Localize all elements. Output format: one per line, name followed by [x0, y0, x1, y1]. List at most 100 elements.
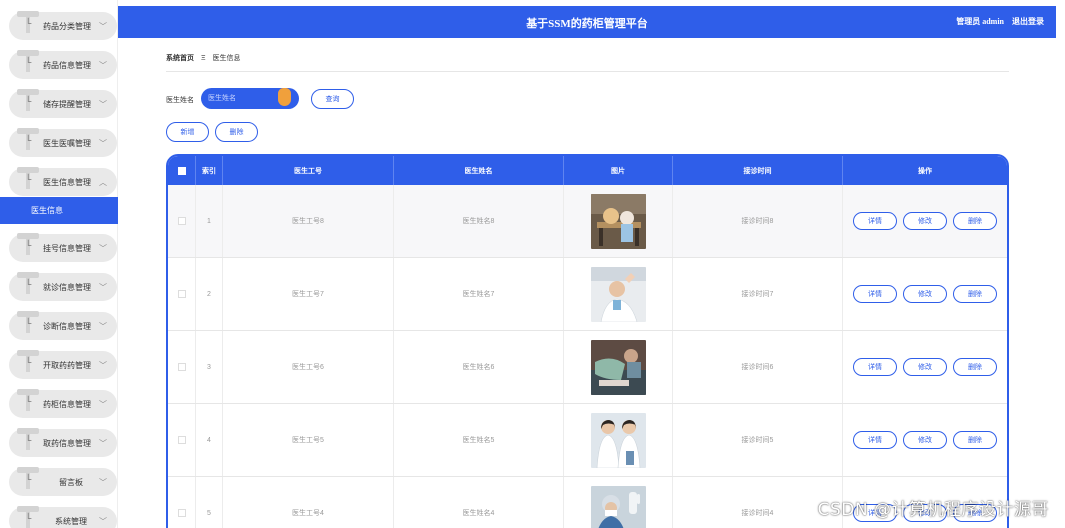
sidebar-item-label: 取药信息管理 [43, 438, 91, 448]
sidebar-item-pickup[interactable]: └ 取药信息管理 ﹀ [9, 428, 117, 457]
edit-button[interactable]: 修改 [903, 212, 947, 230]
row-checkbox[interactable] [177, 436, 186, 444]
edit-button[interactable]: 修改 [903, 431, 947, 449]
sidebar-item-message-board[interactable]: └ 留言板 ﹀ [9, 467, 117, 496]
row-checkbox[interactable] [177, 363, 186, 371]
detail-button[interactable]: 详情 [853, 285, 897, 303]
sidebar-item-cabinet[interactable]: └ 药柜信息管理 ﹀ [9, 389, 117, 418]
cell-photo [564, 477, 673, 528]
table-row: 4 医生工号5 医生姓名5 接诊时间5 详情 修改 删除 [168, 404, 1007, 477]
sidebar-menu-icon: └ [17, 11, 39, 37]
cell-photo [564, 404, 673, 476]
breadcrumb-separator-icon: Ξ [200, 55, 206, 62]
sidebar-menu-icon: └ [17, 128, 39, 154]
sidebar-item-label: 储存提醒管理 [43, 99, 91, 109]
sidebar-item-doctor-info[interactable]: └ 医生信息管理 ︿ [9, 167, 117, 196]
row-checkbox[interactable] [177, 509, 186, 517]
row-select-cell [168, 185, 196, 257]
sidebar-menu-icon: └ [17, 233, 39, 259]
sidebar-item-drug-info[interactable]: └ 药品信息管理 ﹀ [9, 50, 117, 79]
cell-actions: 详情 修改 删除 [843, 404, 1007, 476]
sidebar-subitem-doctor-info[interactable]: 医生信息 [0, 197, 118, 224]
breadcrumb-current: 医生信息 [212, 55, 241, 62]
detail-button[interactable]: 详情 [853, 358, 897, 376]
doctor-photo [590, 266, 646, 322]
col-visit-time: 接诊时间 [673, 156, 843, 185]
top-header: 基于SSM的药柜管理平台 管理员 admin 退出登录 [118, 6, 1056, 38]
col-doctor-name: 医生姓名 [394, 156, 564, 185]
batch-delete-button[interactable]: 删除 [215, 122, 258, 142]
cell-doctor-name: 医生姓名6 [394, 331, 564, 403]
sidebar-item-diagnosis[interactable]: └ 诊断信息管理 ﹀ [9, 311, 117, 340]
chevron-down-icon: ﹀ [99, 321, 107, 331]
sidebar-menu-icon: └ [17, 389, 39, 415]
search-knob-icon [278, 88, 291, 106]
sidebar-menu-icon: └ [17, 50, 39, 76]
row-checkbox[interactable] [177, 217, 186, 225]
row-select-cell [168, 477, 196, 528]
sidebar-item-label: 就诊信息管理 [43, 282, 91, 292]
col-actions: 操作 [918, 167, 932, 175]
chevron-down-icon: ﹀ [99, 399, 107, 409]
logout-link[interactable]: 退出登录 [1012, 17, 1044, 26]
breadcrumb-home[interactable]: 系统首页 [166, 55, 194, 62]
sidebar-item-storage-reminder[interactable]: └ 储存提醒管理 ﹀ [9, 89, 117, 118]
sidebar-item-system[interactable]: └ 系统管理 ﹀ [9, 506, 117, 528]
edit-button[interactable]: 修改 [903, 285, 947, 303]
cell-index: 3 [196, 331, 223, 403]
cell-index: 5 [196, 477, 223, 528]
cell-photo [564, 185, 673, 257]
chevron-down-icon: ﹀ [99, 477, 107, 487]
sidebar-item-label: 药品分类管理 [43, 21, 91, 31]
sidebar-item-label: 医生医嘱管理 [43, 138, 91, 148]
cell-visit-time: 接诊时间5 [673, 404, 843, 476]
chevron-down-icon: ﹀ [99, 60, 107, 70]
sidebar-item-prescription[interactable]: └ 开取药药管理 ﹀ [9, 350, 117, 379]
chevron-down-icon: ﹀ [99, 360, 107, 370]
sidebar-item-label: 药柜信息管理 [43, 399, 91, 409]
select-all-checkbox[interactable] [177, 166, 186, 175]
sidebar-menu-icon: └ [17, 350, 39, 376]
cell-doctor-name: 医生姓名8 [394, 185, 564, 257]
breadcrumb: 系统首页 Ξ 医生信息 [166, 53, 245, 63]
delete-button[interactable]: 删除 [953, 358, 997, 376]
table-row: 2 医生工号7 医生姓名7 接诊时间7 详情 修改 删除 [168, 258, 1007, 331]
row-select-cell [168, 404, 196, 476]
detail-button[interactable]: 详情 [853, 431, 897, 449]
doctor-photo [590, 412, 646, 468]
chevron-down-icon: ﹀ [99, 516, 107, 526]
sidebar-item-registration[interactable]: └ 挂号信息管理 ﹀ [9, 233, 117, 262]
doctor-photo [590, 339, 646, 395]
app-title: 基于SSM的药柜管理平台 [526, 18, 648, 30]
admin-label: 管理员 admin [956, 17, 1004, 26]
sidebar-item-doctor-orders[interactable]: └ 医生医嘱管理 ﹀ [9, 128, 117, 157]
chevron-up-icon: ︿ [99, 177, 107, 187]
chevron-down-icon: ﹀ [99, 282, 107, 292]
sidebar-item-drug-category[interactable]: └ 药品分类管理 ﹀ [9, 11, 117, 40]
row-select-cell [168, 258, 196, 330]
cell-doctor-id: 医生工号8 [223, 185, 394, 257]
chevron-down-icon: ﹀ [99, 21, 107, 31]
cell-doctor-name: 医生姓名7 [394, 258, 564, 330]
cell-actions: 详情 修改 删除 [843, 258, 1007, 330]
sidebar: └ 药品分类管理 ﹀ └ 药品信息管理 ﹀ └ 储存提醒管理 ﹀ └ 医生医嘱管… [0, 0, 118, 528]
row-checkbox[interactable] [177, 290, 186, 298]
table-row: 1 医生工号8 医生姓名8 接诊时间8 详情 修改 删除 [168, 185, 1007, 258]
edit-button[interactable]: 修改 [903, 358, 947, 376]
delete-button[interactable]: 删除 [953, 285, 997, 303]
sidebar-item-visit[interactable]: └ 就诊信息管理 ﹀ [9, 272, 117, 301]
col-doctor-id: 医生工号 [223, 156, 394, 185]
cell-doctor-id: 医生工号7 [223, 258, 394, 330]
csdn-watermark: CSDN @计算机程序设计源哥 [817, 500, 1049, 520]
delete-button[interactable]: 删除 [953, 431, 997, 449]
cell-visit-time: 接诊时间7 [673, 258, 843, 330]
detail-button[interactable]: 详情 [853, 212, 897, 230]
sidebar-item-label: 医生信息管理 [43, 177, 91, 187]
sidebar-menu-icon: └ [17, 167, 39, 193]
cell-doctor-id: 医生工号6 [223, 331, 394, 403]
add-button[interactable]: 新增 [166, 122, 209, 142]
query-button[interactable]: 查询 [311, 89, 354, 109]
sidebar-menu-icon: └ [17, 428, 39, 454]
sidebar-item-label: 系统管理 [55, 516, 87, 526]
delete-button[interactable]: 删除 [953, 212, 997, 230]
